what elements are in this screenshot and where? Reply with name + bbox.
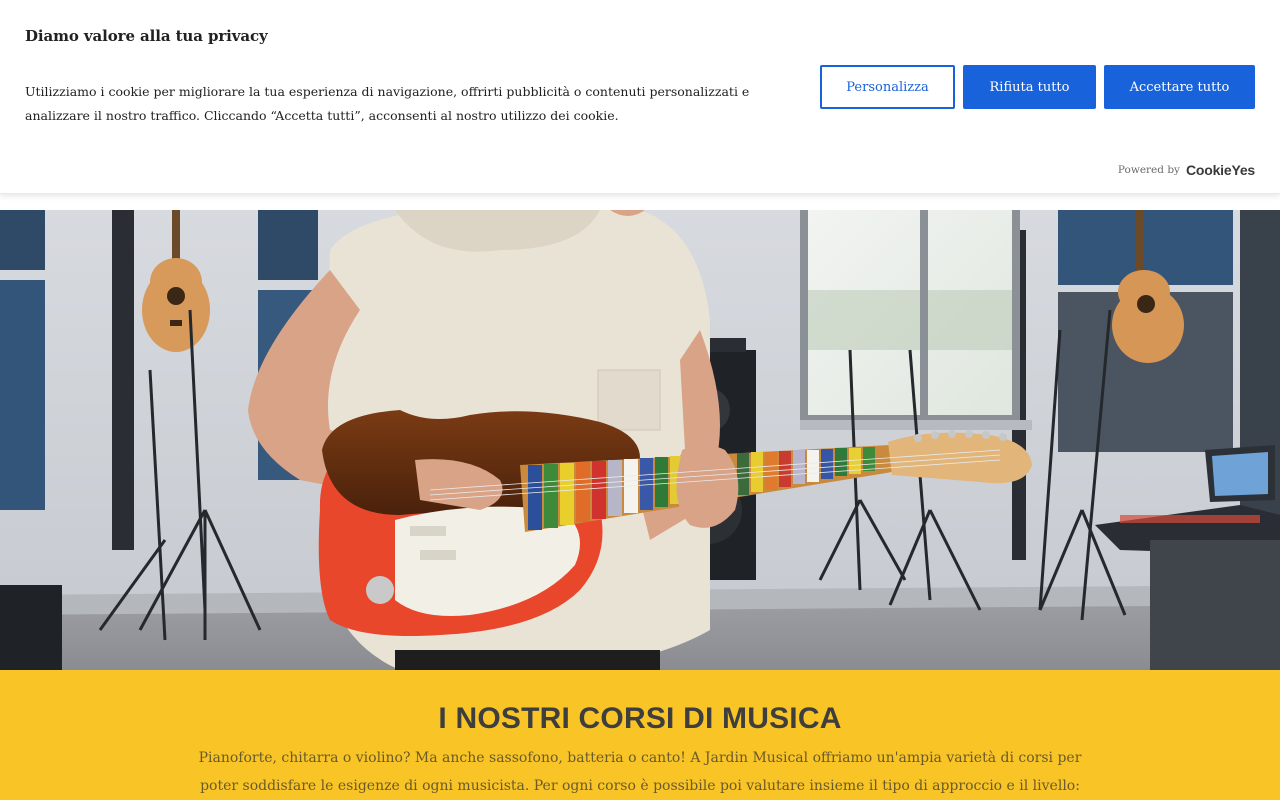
courses-title: I NOSTRI CORSI DI MUSICA (438, 702, 842, 735)
powered-by-label: Powered by (1117, 164, 1180, 176)
cookie-consent-banner: Diamo valore alla tua privacy Utilizziam… (0, 0, 1280, 194)
reject-all-button[interactable]: Rifiuta tutto (963, 65, 1096, 109)
courses-section: I NOSTRI CORSI DI MUSICA Pianoforte, chi… (0, 670, 1280, 800)
cookie-banner-text: Utilizziamo i cookie per migliorare la t… (25, 84, 750, 123)
cookieyes-logo: CookieYes (1185, 162, 1255, 178)
accept-all-button[interactable]: Accettare tutto (1104, 65, 1255, 109)
courses-description: Pianoforte, chitarra o violino? Ma anche… (198, 750, 1082, 794)
powered-by-cookieyes[interactable]: Powered by CookieYes (1118, 162, 1255, 178)
hero-image (0, 210, 1280, 670)
cookie-banner-title: Diamo valore alla tua privacy (25, 27, 268, 45)
hero-illustration (0, 210, 1280, 670)
customize-button[interactable]: Personalizza (820, 65, 955, 109)
